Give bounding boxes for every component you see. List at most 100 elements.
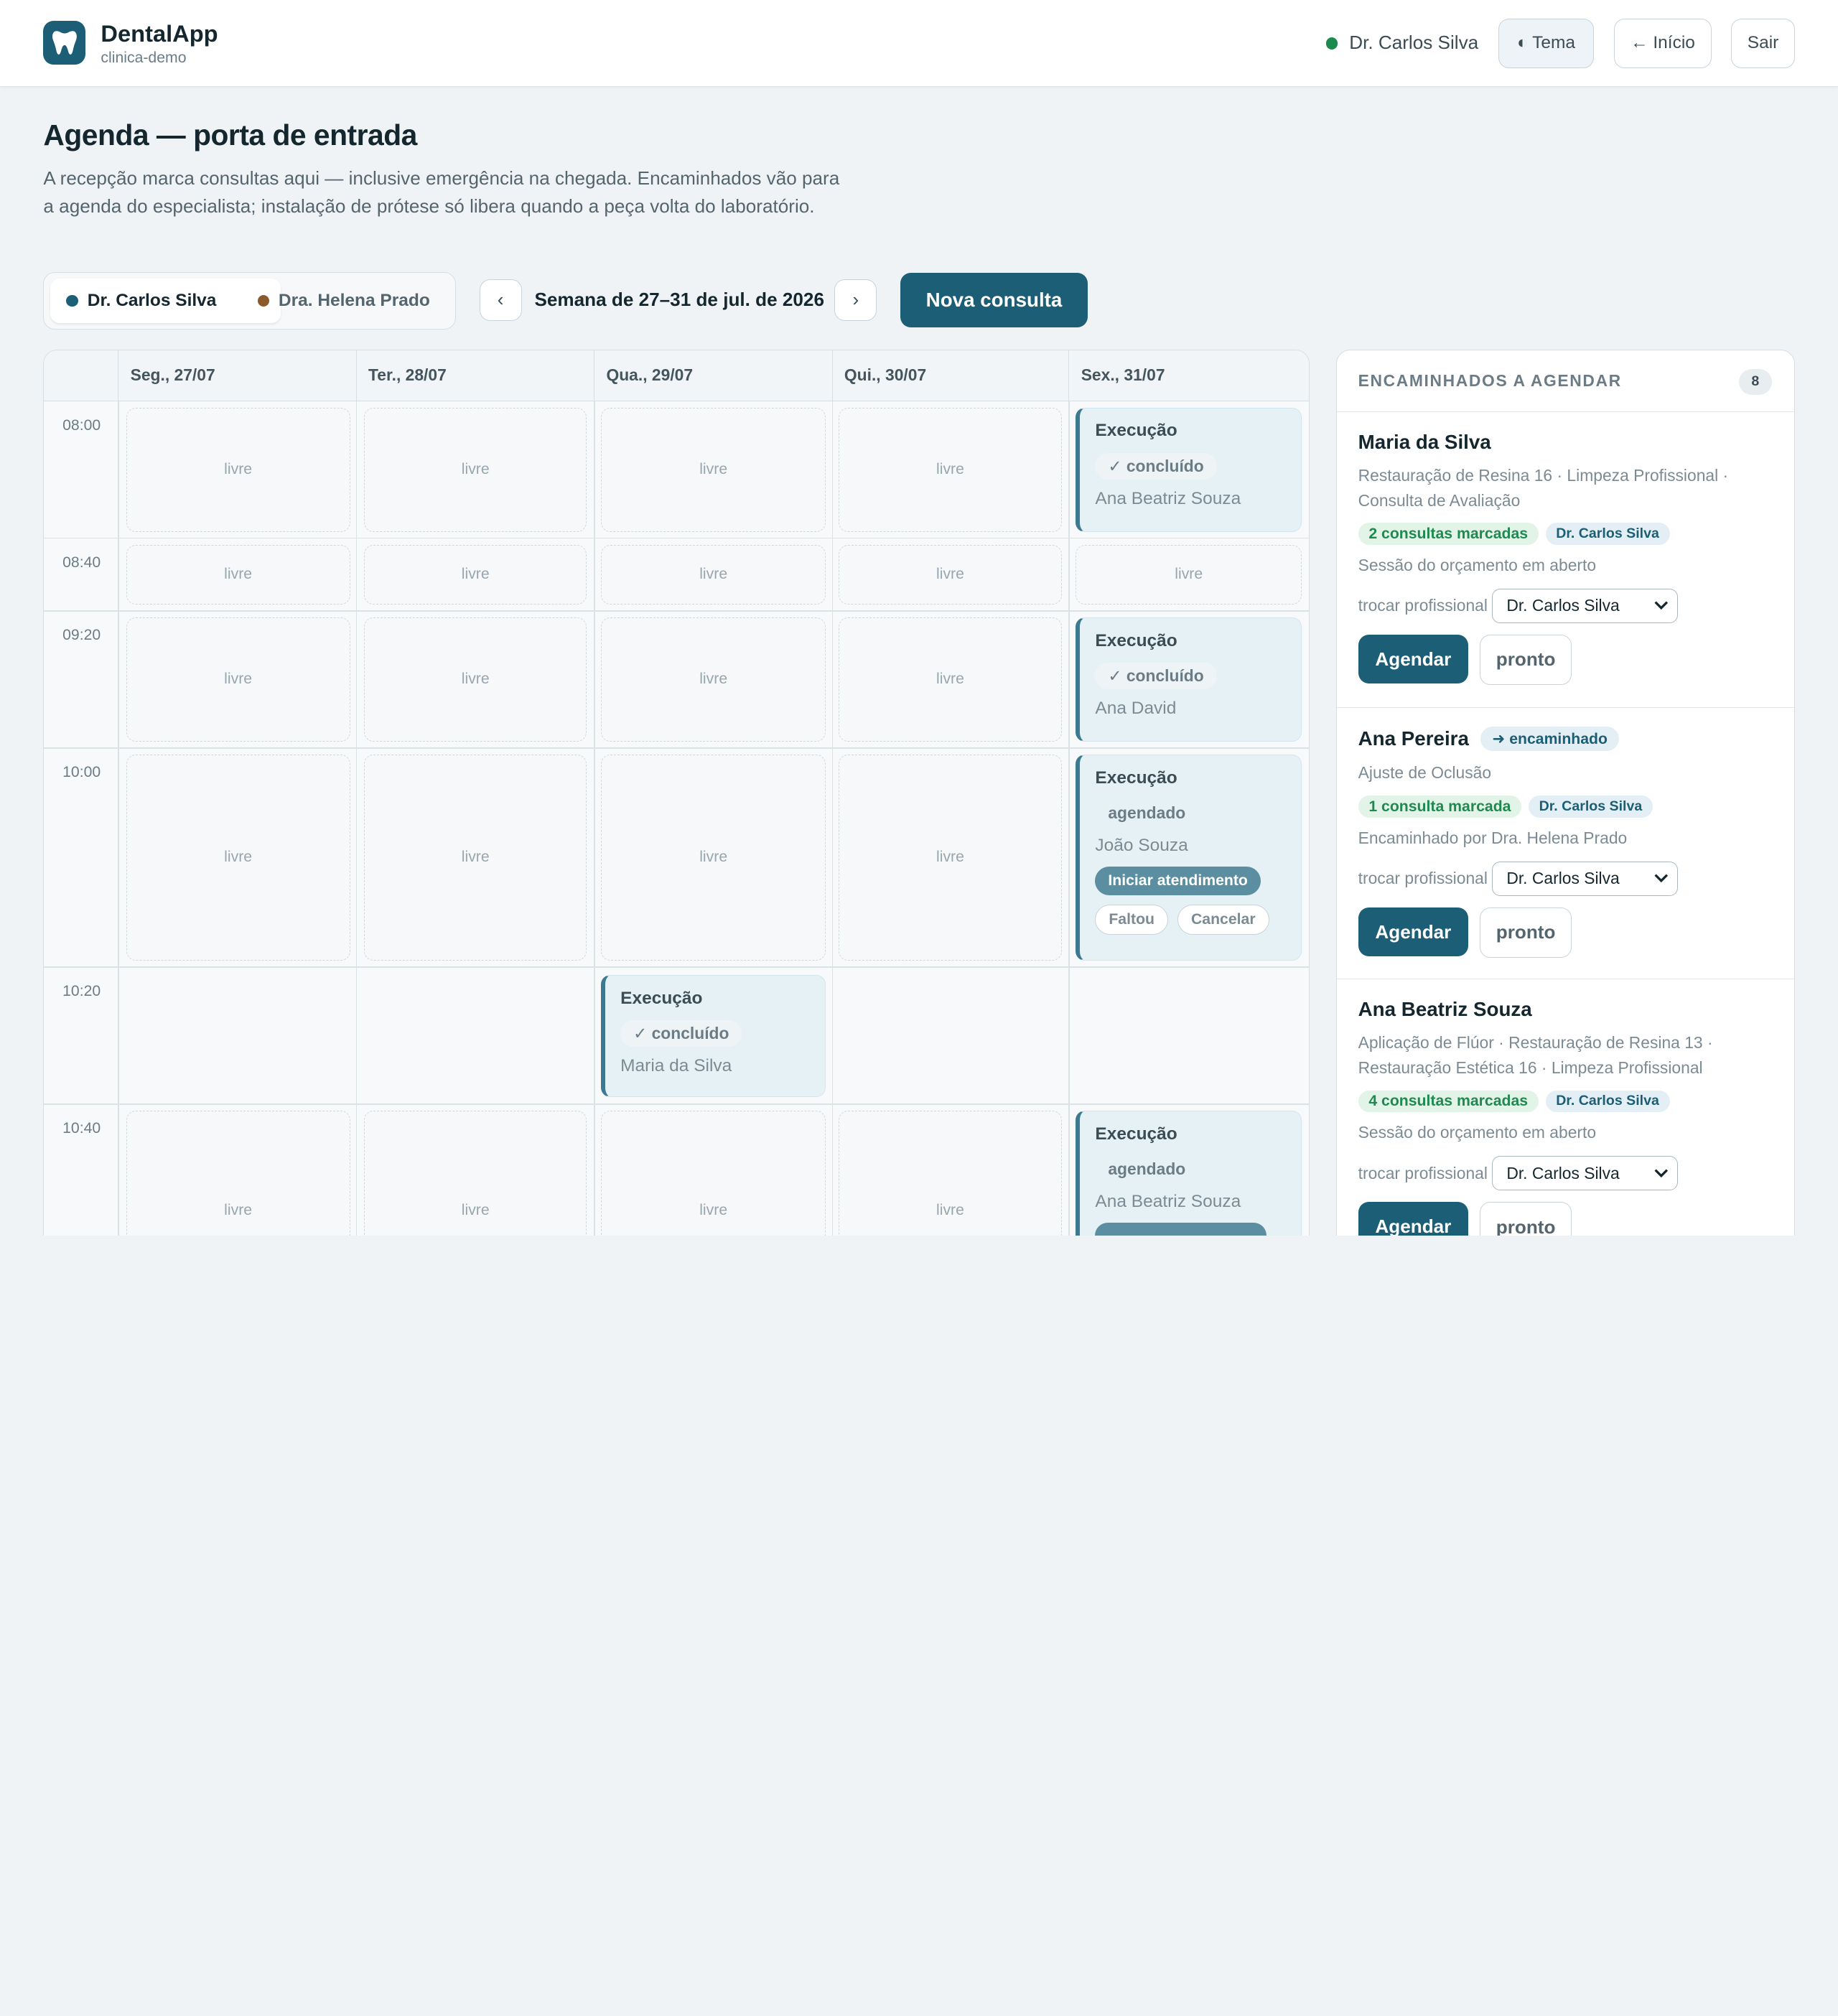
referral-patient-name: Ana Pereira [1358,727,1469,750]
appointment-card[interactable]: Execução ✓ concluído Maria da Silva [600,974,826,1097]
free-slot[interactable]: livre [364,617,587,742]
free-slot[interactable]: livre [600,407,826,532]
swap-dentist-select[interactable]: Dr. Carlos Silva [1491,589,1679,623]
free-slot[interactable]: livre [1076,544,1302,605]
free-slot[interactable]: livre [839,544,1062,605]
ready-button[interactable]: pronto [1480,1202,1572,1236]
appointment-card[interactable]: Execução ✓ concluído Ana David [1076,617,1302,742]
dentist-color-dot-icon [257,294,269,307]
chevron-down-icon [1654,601,1668,610]
free-slot[interactable]: livre [600,544,826,605]
schedule-button[interactable]: Agendar [1358,634,1469,684]
page-description: A recepção marca consultas aqui — inclus… [43,167,840,217]
page-title: Agenda — porta de entrada [43,118,417,151]
panel-header: ENCAMINHADOS A AGENDAR 8 [1337,350,1794,413]
referral-note: Encaminhado por Dra. Helena Prado [1358,828,1628,847]
tab-dentist-helena[interactable]: Dra. Helena Prado [243,279,452,323]
appointment-title: Execução [1095,767,1177,788]
top-bar: DentalApp clinica-demo Dr. Carlos Silva … [0,0,1838,87]
logout-button[interactable]: Sair [1731,19,1795,68]
clinic-name: clinica-demo [101,49,187,66]
referred-badge: ➜ encaminhado [1480,726,1620,752]
status-badge: agendado [1108,1159,1186,1179]
no-show-button[interactable]: Faltou [1095,904,1168,935]
ready-button[interactable]: pronto [1480,634,1572,686]
referral-count-badge: 8 [1738,368,1772,395]
day-header: Qui., 30/07 [831,350,1069,402]
prev-week-button[interactable]: ‹ [479,279,522,322]
chevron-left-icon: ‹ [497,289,504,311]
free-slot[interactable]: livre [364,407,587,532]
time-label: 08:40 [62,554,101,571]
free-slot[interactable]: livre [126,544,350,605]
referral-procedures: Aplicação de Flúor · Restauração de Resi… [1358,1033,1713,1077]
home-button[interactable]: ← Início [1614,19,1712,68]
status-badge: ✓ concluído [1095,663,1217,689]
free-slot[interactable]: livre [839,407,1062,532]
swap-dentist-select[interactable]: Dr. Carlos Silva [1491,862,1679,896]
panel-title: ENCAMINHADOS A AGENDAR [1358,370,1622,390]
free-slot[interactable]: livre [600,617,826,742]
free-slot[interactable]: livre [126,754,350,961]
chevron-down-icon [1654,1169,1668,1177]
appointment-patient: Ana Beatriz Souza [1095,488,1241,508]
new-appointment-label: Nova consulta [925,288,1063,311]
free-slot[interactable]: livre [839,617,1062,742]
status-badge: ✓ concluído [1095,452,1217,480]
page: DentalApp clinica-demo Dr. Carlos Silva … [0,0,1838,1236]
tab-label: Dra. Helena Prado [278,290,430,310]
appointment-patient: Ana Beatriz Souza [1095,1192,1241,1212]
selected-dentist: Dr. Carlos Silva [1506,869,1620,888]
referral-note: Sessão do orçamento em aberto [1358,555,1597,574]
schedule-button[interactable]: Agendar [1358,1202,1469,1236]
free-slot[interactable]: livre [126,617,350,742]
calendar-header: Seg., 27/07 Ter., 28/07 Qua., 29/07 Qui.… [44,350,1309,402]
theme-button[interactable]: ◐ Tema [1498,19,1595,68]
online-status-icon [1325,37,1338,50]
appointment-title: Execução [1095,1124,1177,1144]
free-slot[interactable]: livre [839,1111,1062,1236]
cancel-button[interactable]: Cancelar [1177,904,1269,935]
appointments-count-badge: 1 consulta marcada [1358,795,1522,818]
appointment-card[interactable]: Execução ✓ concluído Ana Beatriz Souza [1076,407,1302,532]
referrals-panel: ENCAMINHADOS A AGENDAR 8 Maria da Silva … [1336,349,1795,1236]
time-label: 10:20 [62,983,101,1000]
appointment-card[interactable]: Execução agendado Ana Beatriz Souza [1076,1111,1302,1236]
appointment-patient: Maria da Silva [620,1055,732,1075]
dentist-selector: Dr. Carlos Silva Dra. Helena Prado [43,271,457,330]
dentist-badge: Dr. Carlos Silva [1545,523,1670,545]
free-slot[interactable]: livre [364,544,587,605]
appointment-title: Execução [1095,421,1177,441]
dentist-badge: Dr. Carlos Silva [1528,795,1653,818]
start-appointment-button[interactable]: Iniciar atendimento [1095,866,1261,895]
start-appointment-button[interactable] [1095,1222,1266,1236]
ready-button[interactable]: pronto [1480,907,1572,958]
next-week-button[interactable]: › [834,279,877,322]
free-slot[interactable]: livre [126,1111,350,1236]
time-label: 10:00 [62,763,101,780]
swap-dentist-label: trocar profissional [1358,596,1488,615]
schedule-button[interactable]: Agendar [1358,907,1469,957]
status-badge: ✓ concluído [620,1020,742,1047]
referral-item: Ana Beatriz Souza Aplicação de Flúor · R… [1337,979,1793,1236]
time-label: 09:20 [62,626,101,643]
status-badge: agendado [1108,803,1186,822]
referral-item: Maria da Silva Restauração de Resina 16 … [1337,412,1794,708]
free-slot[interactable]: livre [364,754,587,961]
dentist-color-dot-icon [66,294,78,307]
free-slot[interactable]: livre [600,754,826,961]
swap-dentist-label: trocar profissional [1358,869,1488,888]
appointment-title: Execução [620,988,703,1008]
free-slot[interactable]: livre [600,1111,826,1236]
day-header: Ter., 28/07 [355,350,594,402]
appointment-card[interactable]: Execução agendado João Souza Iniciar ate… [1076,754,1302,961]
free-slot[interactable]: livre [364,1111,587,1236]
new-appointment-button[interactable]: Nova consulta [900,273,1088,327]
swap-dentist-select[interactable]: Dr. Carlos Silva [1491,1156,1679,1190]
free-slot[interactable]: livre [839,754,1062,961]
appointment-patient: Ana David [1095,698,1177,718]
current-user: Dr. Carlos Silva [1349,32,1479,54]
free-slot[interactable]: livre [126,407,350,532]
appointments-count-badge: 4 consultas marcadas [1358,1090,1539,1113]
referral-item: Ana Pereira ➜ encaminhado Ajuste de Oclu… [1337,708,1794,980]
